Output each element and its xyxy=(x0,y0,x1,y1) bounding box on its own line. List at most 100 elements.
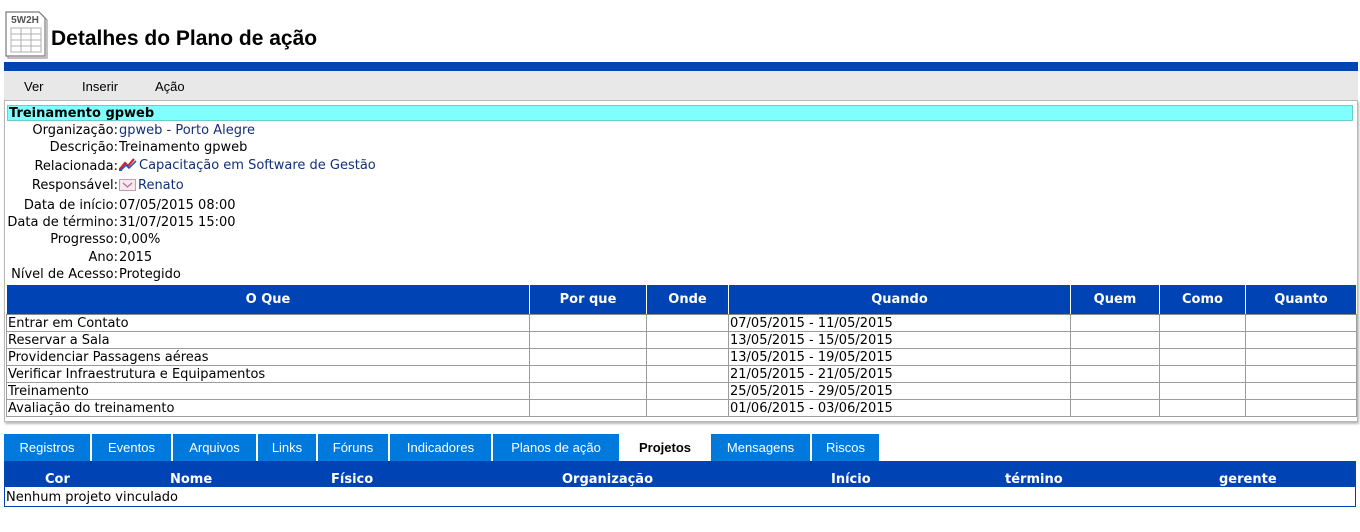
cell-onde xyxy=(646,348,729,366)
table-row: Avaliação do treinamento 01/06/2015 - 03… xyxy=(6,399,1357,417)
cell-como xyxy=(1159,348,1246,366)
cell-onde xyxy=(646,399,729,417)
cell-o-que: Reservar a Sala xyxy=(6,331,530,349)
cell-quando: 13/05/2015 - 19/05/2015 xyxy=(728,348,1071,366)
cell-quanto xyxy=(1245,348,1357,366)
cell-como xyxy=(1159,314,1246,332)
related-project-label: Capacitação em Software de Gestão xyxy=(139,158,376,173)
field-label: Data de término: xyxy=(7,215,118,230)
col-header-quando: Quando xyxy=(728,284,1071,315)
col-header-quem: Quem xyxy=(1070,284,1160,315)
col-header-por-que: Por que xyxy=(529,284,647,315)
cell-quando: 25/05/2015 - 29/05/2015 xyxy=(728,382,1071,400)
cell-quem xyxy=(1070,314,1160,332)
field-label: Progresso: xyxy=(50,232,118,247)
col-header-inicio: Início xyxy=(831,472,871,487)
cell-quem xyxy=(1070,399,1160,417)
cell-quando: 21/05/2015 - 21/05/2015 xyxy=(728,365,1071,383)
projects-empty-message: Nenhum projeto vinculado xyxy=(6,490,179,505)
tab-arquivos[interactable]: Arquivos xyxy=(173,434,256,461)
projects-header-row: Cor Nome Físico Organização Início térmi… xyxy=(5,462,1355,487)
table-row: Providenciar Passagens aéreas 13/05/2015… xyxy=(6,348,1357,366)
plan-name: Treinamento gpweb xyxy=(7,105,1353,121)
field-value: 0,00% xyxy=(119,232,161,247)
field-value: Protegido xyxy=(119,267,181,282)
tab-mensagens[interactable]: Mensagens xyxy=(711,434,810,461)
tab-foruns[interactable]: Fóruns xyxy=(318,434,388,461)
cell-como xyxy=(1159,365,1246,383)
cell-como xyxy=(1159,382,1246,400)
plan-details-panel: Treinamento gpweb Organização: gpweb - P… xyxy=(4,100,1358,422)
tab-links[interactable]: Links xyxy=(258,434,316,461)
cell-quanto xyxy=(1245,314,1357,332)
cell-quem xyxy=(1070,348,1160,366)
cell-quando: 07/05/2015 - 11/05/2015 xyxy=(728,314,1071,332)
tab-projetos[interactable]: Projetos xyxy=(621,434,709,461)
menu-acao[interactable]: Ação xyxy=(155,79,185,94)
col-header-fisico: Físico xyxy=(331,472,374,487)
logo-text: 5W2H xyxy=(11,15,39,26)
related-project-link[interactable]: Capacitação em Software de Gestão xyxy=(119,157,376,174)
cell-quando: 01/06/2015 - 03/06/2015 xyxy=(728,399,1071,417)
field-value: Treinamento gpweb xyxy=(119,140,248,155)
field-label: Ano: xyxy=(88,250,118,265)
cell-onde xyxy=(646,365,729,383)
cell-por-que xyxy=(529,348,647,366)
col-header-o-que: O Que xyxy=(6,284,530,315)
field-label: Organização: xyxy=(32,123,118,138)
table-row: Verificar Infraestrutura e Equipamentos … xyxy=(6,365,1357,383)
col-header-nome: Nome xyxy=(170,472,213,487)
5w2h-logo-icon: 5W2H xyxy=(5,11,48,59)
cell-como xyxy=(1159,331,1246,349)
cell-onde xyxy=(646,314,729,332)
header-divider xyxy=(4,62,1358,71)
projects-panel: Cor Nome Físico Organização Início térmi… xyxy=(4,461,1356,507)
cell-quanto xyxy=(1245,365,1357,383)
field-label: Responsável: xyxy=(31,178,118,193)
responsible-user-link[interactable]: Renato xyxy=(119,177,184,194)
cell-o-que: Verificar Infraestrutura e Equipamentos xyxy=(6,365,530,383)
field-value: 2015 xyxy=(119,250,153,265)
field-label: Data de início: xyxy=(23,198,118,213)
table-row: Treinamento 25/05/2015 - 29/05/2015 xyxy=(6,382,1357,400)
cell-por-que xyxy=(529,365,647,383)
tab-indicadores[interactable]: Indicadores xyxy=(390,434,491,461)
tab-planos-de-acao[interactable]: Planos de ação xyxy=(493,434,619,461)
page-title: Detalhes do Plano de ação xyxy=(51,27,318,50)
menu-bar: Ver Inserir Ação xyxy=(4,71,1358,100)
cell-quando: 13/05/2015 - 15/05/2015 xyxy=(728,331,1071,349)
cell-por-que xyxy=(529,399,647,417)
tab-riscos[interactable]: Riscos xyxy=(812,434,879,461)
cell-onde xyxy=(646,331,729,349)
cell-por-que xyxy=(529,382,647,400)
cell-o-que: Providenciar Passagens aéreas xyxy=(6,348,530,366)
organization-link[interactable]: gpweb - Porto Alegre xyxy=(119,122,255,139)
cell-quanto xyxy=(1245,331,1357,349)
table-header-row: O Que Por que Onde Quando Quem Como Quan… xyxy=(6,284,1357,315)
cell-quem xyxy=(1070,382,1160,400)
cell-quem xyxy=(1070,365,1160,383)
cell-como xyxy=(1159,399,1246,417)
col-header-termino: término xyxy=(1005,472,1063,487)
col-header-cor: Cor xyxy=(45,472,70,487)
field-label: Relacionada: xyxy=(34,159,118,174)
page-header: 5W2H Detalhes do Plano de ação xyxy=(0,0,1360,62)
cell-quem xyxy=(1070,331,1160,349)
cell-por-que xyxy=(529,331,647,349)
col-header-quanto: Quanto xyxy=(1245,284,1357,315)
responsible-user-name: Renato xyxy=(138,178,184,193)
menu-inserir[interactable]: Inserir xyxy=(82,79,118,94)
tab-registros[interactable]: Registros xyxy=(4,434,90,461)
table-row: Reservar a Sala 13/05/2015 - 15/05/2015 xyxy=(6,331,1357,349)
table-row: Entrar em Contato 07/05/2015 - 11/05/201… xyxy=(6,314,1357,332)
tab-eventos[interactable]: Eventos xyxy=(92,434,171,461)
col-header-gerente: gerente xyxy=(1219,472,1277,487)
menu-ver[interactable]: Ver xyxy=(24,79,44,94)
field-label: Nível de Acesso: xyxy=(11,267,118,282)
user-icon xyxy=(119,179,136,191)
cell-o-que: Avaliação do treinamento xyxy=(6,399,530,417)
cell-onde xyxy=(646,382,729,400)
cell-por-que xyxy=(529,314,647,332)
field-value: 07/05/2015 08:00 xyxy=(119,198,236,213)
cell-quanto xyxy=(1245,382,1357,400)
